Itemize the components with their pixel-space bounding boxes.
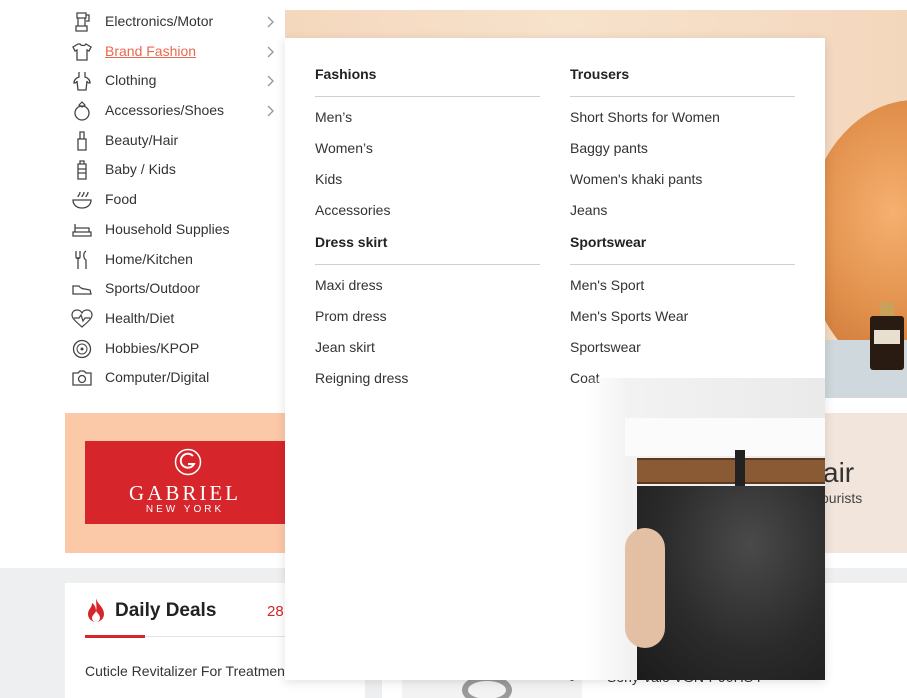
sidebar-item-label: Food xyxy=(105,191,137,208)
sidebar-item-baby-kids[interactable]: Baby / Kids xyxy=(65,155,285,185)
sidebar-item-beauty-hair[interactable]: Beauty/Hair xyxy=(65,126,285,156)
blender-icon xyxy=(71,12,93,32)
lipstick-icon xyxy=(71,131,93,151)
sidebar-item-accessories-shoes[interactable]: Accessories/Shoes xyxy=(65,96,285,126)
category-sidebar: Electronics/Motor Brand Fashion Clothing… xyxy=(65,7,285,393)
menu-link[interactable]: Baggy pants xyxy=(570,138,795,169)
sidebar-item-label: Beauty/Hair xyxy=(105,131,179,148)
sidebar-item-label: Accessories/Shoes xyxy=(105,102,225,119)
travel-promo-banner[interactable]: air ourists xyxy=(821,413,907,553)
menu-link[interactable]: Short Shorts for Women xyxy=(570,107,795,138)
menu-heading-dress-skirt[interactable]: Dress skirt xyxy=(315,231,540,253)
menu-heading-fashions[interactable]: Fashions xyxy=(315,63,540,85)
menu-link[interactable]: Sportswear xyxy=(570,337,795,368)
menu-model-image xyxy=(585,378,825,680)
vinyl-icon xyxy=(71,339,93,359)
menu-link[interactable]: Jean skirt xyxy=(315,337,540,368)
bowl-icon xyxy=(71,190,93,210)
sidebar-item-food[interactable]: Food xyxy=(65,185,285,215)
mega-menu-panel: Fashions Men’s Women’s Kids Accessories … xyxy=(285,38,825,680)
sidebar-item-label: Brand Fashion xyxy=(105,42,197,59)
menu-link[interactable]: Men's Sports Wear xyxy=(570,306,795,337)
chevron-right-icon xyxy=(265,15,277,29)
chevron-right-icon xyxy=(265,45,277,59)
sidebar-item-label: Baby / Kids xyxy=(105,161,176,178)
menu-heading-trousers[interactable]: Trousers xyxy=(570,63,795,85)
sidebar-item-household-supplies[interactable]: Household Supplies xyxy=(65,215,285,245)
menu-link[interactable]: Jeans xyxy=(570,200,795,231)
sidebar-item-home-kitchen[interactable]: Home/Kitchen xyxy=(65,245,285,275)
menu-column-1: Fashions Men’s Women’s Kids Accessories … xyxy=(315,63,540,399)
sidebar-item-label: Hobbies/KPOP xyxy=(105,339,200,356)
gabriel-monogram-icon xyxy=(174,448,202,476)
menu-column-2: Trousers Short Shorts for Women Baggy pa… xyxy=(570,63,795,399)
chevron-right-icon xyxy=(265,74,277,88)
menu-heading-sportswear[interactable]: Sportswear xyxy=(570,231,795,253)
sidebar-item-brand-fashion[interactable]: Brand Fashion xyxy=(65,37,285,67)
divider xyxy=(315,96,540,97)
promo-subtitle: ourists xyxy=(821,490,863,506)
household-icon xyxy=(71,220,93,240)
dress-icon xyxy=(71,71,93,92)
perfume-bottle-image xyxy=(870,302,904,372)
sidebar-item-sports-outdoor[interactable]: Sports/Outdoor xyxy=(65,274,285,304)
shirt-icon xyxy=(71,42,93,62)
title-underline xyxy=(85,635,145,638)
flame-icon xyxy=(88,598,104,622)
menu-link[interactable]: Men's Sport xyxy=(570,275,795,306)
menu-link[interactable]: Kids xyxy=(315,169,540,200)
sidebar-item-label: Home/Kitchen xyxy=(105,250,193,267)
deal-item-link[interactable]: Cuticle Revitalizer For Treatment xyxy=(85,663,289,679)
menu-link[interactable]: Reigning dress xyxy=(315,368,540,399)
sidebar-item-computer-digital[interactable]: Computer/Digital xyxy=(65,363,285,393)
menu-link[interactable]: Maxi dress xyxy=(315,275,540,306)
gabriel-logo: GABRIEL NEW YORK xyxy=(85,441,285,524)
sidebar-item-health-diet[interactable]: Health/Diet xyxy=(65,304,285,334)
ring-icon xyxy=(71,101,93,121)
sidebar-item-label: Computer/Digital xyxy=(105,369,210,386)
sneaker-icon xyxy=(71,279,93,299)
divider xyxy=(570,264,795,265)
sidebar-item-label: Electronics/Motor xyxy=(105,13,214,29)
menu-link[interactable]: Women’s xyxy=(315,138,540,169)
utensils-icon xyxy=(71,249,93,270)
heartbeat-icon xyxy=(71,309,93,329)
brand-subtitle: NEW YORK xyxy=(145,504,225,515)
sidebar-item-label: Health/Diet xyxy=(105,309,175,326)
menu-link[interactable]: Prom dress xyxy=(315,306,540,337)
sidebar-item-label: Clothing xyxy=(105,72,157,89)
baby-bottle-icon xyxy=(71,160,93,181)
sidebar-item-electronics-motor[interactable]: Electronics/Motor xyxy=(65,7,285,37)
menu-link[interactable]: Accessories xyxy=(315,200,540,231)
divider xyxy=(315,264,540,265)
deals-title: Daily Deals xyxy=(115,600,217,621)
brand-name: GABRIEL xyxy=(129,481,241,505)
sidebar-item-label: Household Supplies xyxy=(105,220,230,237)
menu-link[interactable]: Women's khaki pants xyxy=(570,169,795,200)
sidebar-item-label: Sports/Outdoor xyxy=(105,280,200,297)
chevron-right-icon xyxy=(265,104,277,118)
sidebar-item-clothing[interactable]: Clothing xyxy=(65,66,285,96)
menu-link[interactable]: Men’s xyxy=(315,107,540,138)
sidebar-item-hobbies-kpop[interactable]: Hobbies/KPOP xyxy=(65,334,285,364)
camera-icon xyxy=(71,368,93,388)
divider xyxy=(570,96,795,97)
brand-promo-banner[interactable]: GABRIEL NEW YORK xyxy=(65,413,285,553)
promo-title: air xyxy=(823,457,855,488)
